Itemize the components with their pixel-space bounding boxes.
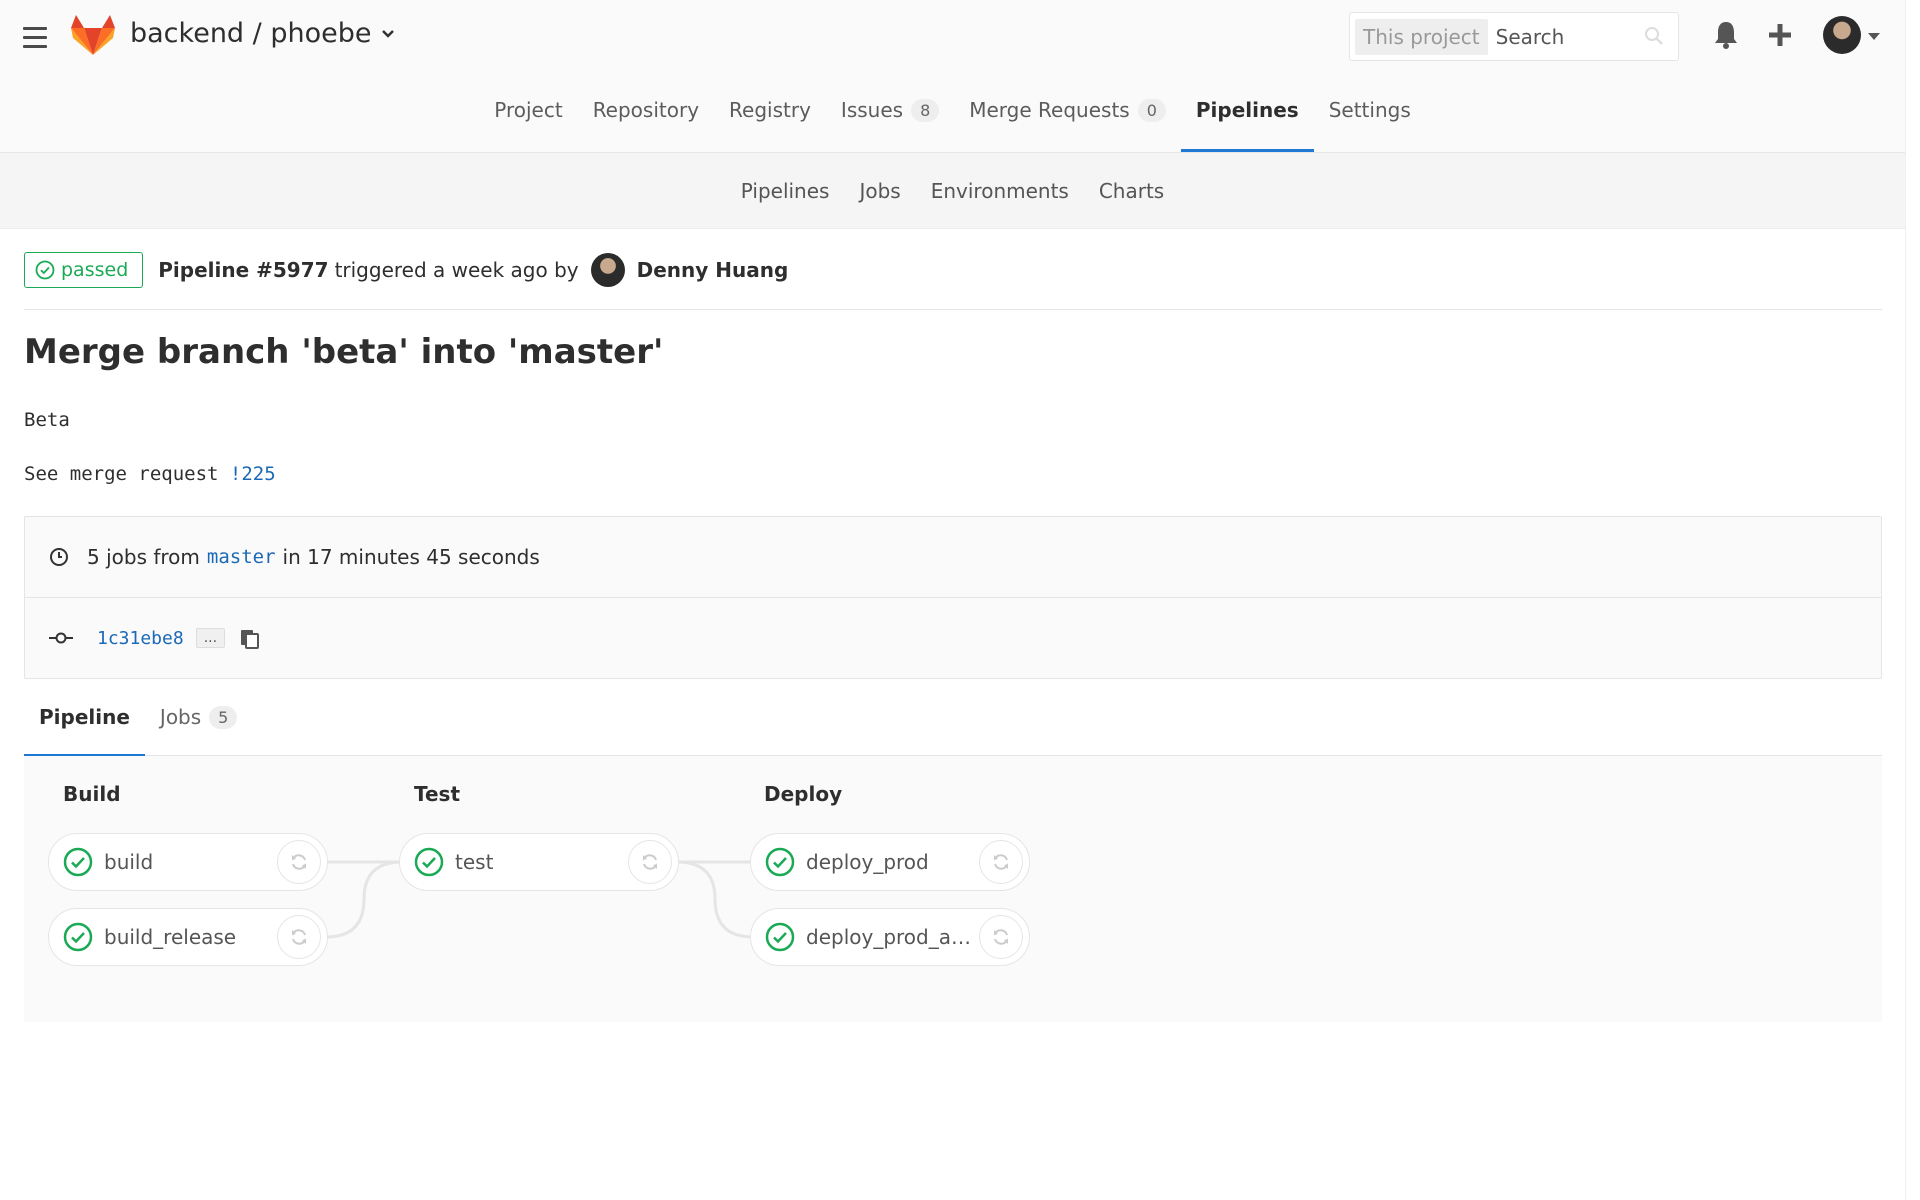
merge-request-prefix: See merge request — [24, 463, 219, 485]
retry-icon — [994, 854, 1008, 870]
top-header: backend / phoebe This project Project Re… — [0, 0, 1905, 153]
search-scope-label[interactable]: This project — [1355, 18, 1488, 55]
jobs-summary-row: 5 jobs from master in 17 minutes 45 seco… — [25, 517, 1881, 598]
nav-merge-requests[interactable]: Merge Requests 0 — [954, 90, 1181, 152]
commit-icon — [49, 632, 73, 644]
tab-pipeline[interactable]: Pipeline — [24, 679, 145, 757]
nav-settings[interactable]: Settings — [1314, 90, 1426, 152]
caret-down-icon[interactable] — [1868, 33, 1880, 40]
commit-title: Merge branch 'beta' into 'master' — [24, 332, 664, 372]
check-circle-icon — [765, 922, 795, 952]
check-circle-icon — [63, 847, 93, 877]
job-name: build_release — [104, 925, 237, 949]
nav-pipelines[interactable]: Pipelines — [1180, 90, 1314, 152]
nav-merge-requests-label: Merge Requests — [969, 98, 1130, 122]
check-circle-icon — [414, 847, 444, 877]
merge-request-link[interactable]: !225 — [230, 463, 276, 485]
chevron-down-icon — [382, 29, 395, 38]
plus-icon[interactable] — [1768, 23, 1792, 47]
duration-text: in 17 minutes 45 seconds — [282, 545, 540, 569]
tab-jobs[interactable]: Jobs 5 — [145, 679, 252, 756]
project-path: backend / phoebe — [130, 18, 372, 49]
pipeline-tabs: Pipeline Jobs 5 — [24, 679, 1882, 757]
job-deploy-prod-ad[interactable]: deploy_prod_ad... — [750, 908, 1030, 966]
author-name[interactable]: Denny Huang — [637, 258, 789, 282]
retry-button[interactable] — [628, 840, 672, 884]
jobs-count-badge: 5 — [209, 705, 238, 729]
tab-pipeline-label: Pipeline — [39, 705, 130, 729]
subnav-charts[interactable]: Charts — [1099, 179, 1164, 203]
commit-desc-line2: See merge request !225 — [24, 447, 276, 501]
nav-pipelines-label: Pipelines — [1195, 98, 1299, 122]
check-circle-icon — [35, 260, 55, 280]
subnav-jobs[interactable]: Jobs — [859, 179, 900, 203]
retry-icon — [292, 854, 306, 870]
retry-icon — [292, 929, 306, 945]
job-name: deploy_prod — [806, 850, 929, 874]
nav-registry-label: Registry — [729, 98, 811, 122]
subnav-environments[interactable]: Environments — [931, 179, 1069, 203]
gitlab-logo[interactable] — [70, 14, 116, 56]
job-build[interactable]: build — [48, 833, 328, 891]
job-deploy-prod[interactable]: deploy_prod — [750, 833, 1030, 891]
commit-desc-line1: Beta — [24, 409, 70, 431]
stage-test-title: Test — [414, 782, 461, 806]
job-name: build — [104, 850, 154, 874]
job-name: deploy_prod_ad... — [806, 925, 976, 949]
retry-icon — [643, 854, 657, 870]
nav-settings-label: Settings — [1328, 98, 1411, 122]
retry-icon — [994, 929, 1008, 945]
pipeline-status-row: passed Pipeline #5977 triggered a week a… — [24, 252, 1882, 310]
pipeline-info: Pipeline #5977 triggered a week ago by D… — [158, 252, 788, 288]
nav-repository[interactable]: Repository — [578, 90, 714, 152]
commit-sha-row: 1c31ebe8 ... — [25, 598, 1881, 678]
job-test[interactable]: test — [399, 833, 679, 891]
clipboard-icon[interactable] — [239, 627, 261, 649]
project-title-dropdown[interactable]: backend / phoebe — [130, 18, 395, 49]
job-name: test — [455, 850, 494, 874]
expand-commit-button[interactable]: ... — [195, 628, 226, 648]
stage-build-title: Build — [63, 782, 121, 806]
stage-deploy-title: Deploy — [764, 782, 843, 806]
clock-icon — [50, 548, 68, 566]
triggered-text: triggered a week ago by — [334, 258, 579, 282]
check-circle-icon — [765, 847, 795, 877]
nav-issues[interactable]: Issues 8 — [826, 90, 954, 152]
status-label: passed — [61, 259, 129, 281]
nav-project-label: Project — [494, 98, 563, 122]
retry-button[interactable] — [277, 915, 321, 959]
retry-button[interactable] — [277, 840, 321, 884]
commit-sha-link[interactable]: 1c31ebe8 — [97, 628, 184, 649]
search-input[interactable] — [1495, 24, 1646, 49]
project-nav: Project Repository Registry Issues 8 Merg… — [0, 90, 1905, 152]
retry-button[interactable] — [979, 840, 1023, 884]
nav-registry[interactable]: Registry — [714, 90, 826, 152]
issues-count-badge: 8 — [911, 98, 940, 122]
pipelines-subnav: Pipelines Jobs Environments Charts — [0, 153, 1905, 229]
nav-repository-label: Repository — [592, 98, 700, 122]
page-scrollbar[interactable] — [1905, 0, 1920, 1200]
author-avatar[interactable] — [590, 253, 625, 287]
tab-jobs-label: Jobs — [159, 705, 202, 729]
status-badge[interactable]: passed — [24, 252, 144, 288]
nav-issues-label: Issues — [840, 98, 904, 122]
pipeline-graph: Build Test Deploy build build_release te… — [24, 756, 1882, 1022]
nav-project[interactable]: Project — [479, 90, 577, 152]
pipeline-id: Pipeline #5977 — [158, 258, 329, 282]
pipeline-info-box: 5 jobs from master in 17 minutes 45 seco… — [24, 516, 1882, 679]
search-icon[interactable] — [1644, 26, 1664, 46]
merge-requests-count-badge: 0 — [1137, 98, 1166, 122]
job-build-release[interactable]: build_release — [48, 908, 328, 966]
bell-icon[interactable] — [1713, 20, 1739, 50]
user-avatar[interactable] — [1823, 16, 1861, 54]
subnav-pipelines[interactable]: Pipelines — [741, 179, 830, 203]
jobs-count-text: 5 jobs from — [87, 545, 200, 569]
commit-description: Beta See merge request !225 — [24, 393, 276, 501]
check-circle-icon — [63, 922, 93, 952]
hamburger-icon[interactable] — [23, 27, 47, 49]
search-box[interactable]: This project — [1349, 12, 1679, 61]
branch-link[interactable]: master — [207, 546, 276, 568]
retry-button[interactable] — [979, 915, 1023, 959]
